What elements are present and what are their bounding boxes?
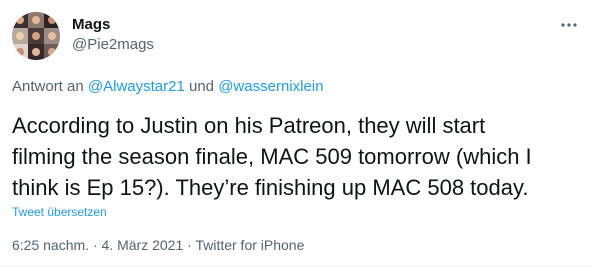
more-button[interactable] [556,12,582,38]
meta-separator: · [92,237,98,253]
author-block[interactable]: Mags @Pie2mags [72,16,154,54]
tweet-source[interactable]: Twitter for iPhone [195,237,304,253]
tweet: Mags @Pie2mags Antwort an @Alwaystar21 u… [0,0,593,267]
tweet-meta: 6:25 nachm. · 4. März 2021 · Twitter for… [12,237,304,253]
translate-tweet-link[interactable]: Tweet übersetzen [12,205,107,219]
tweet-text-line: According to Justin on his Patreon, they… [12,113,486,138]
avatar[interactable] [12,12,60,60]
tweet-text-line: think is Ep 15?). They’re finishing up M… [12,175,529,200]
reply-prefix: Antwort an [12,78,84,95]
reply-conjunction: und [189,78,215,95]
reply-context: Antwort an @Alwaystar21 und @wassernixle… [12,78,323,96]
meta-separator: · [187,237,192,253]
user-handle[interactable]: @Pie2mags [72,36,154,54]
more-horizontal-icon [561,23,577,27]
collage-avatar-icon [12,12,60,60]
tweet-text: According to Justin on his Patreon, they… [12,110,584,203]
display-name[interactable]: Mags [72,16,154,34]
mention-link[interactable]: @Alwaystar21 [88,78,185,95]
tweet-text-line: filming the season finale, MAC 509 tomor… [12,144,532,169]
tweet-date[interactable]: 4. März 2021 [102,237,184,253]
tweet-time[interactable]: 6:25 nachm. [12,237,89,253]
mention-link[interactable]: @wassernixlein [218,78,323,95]
